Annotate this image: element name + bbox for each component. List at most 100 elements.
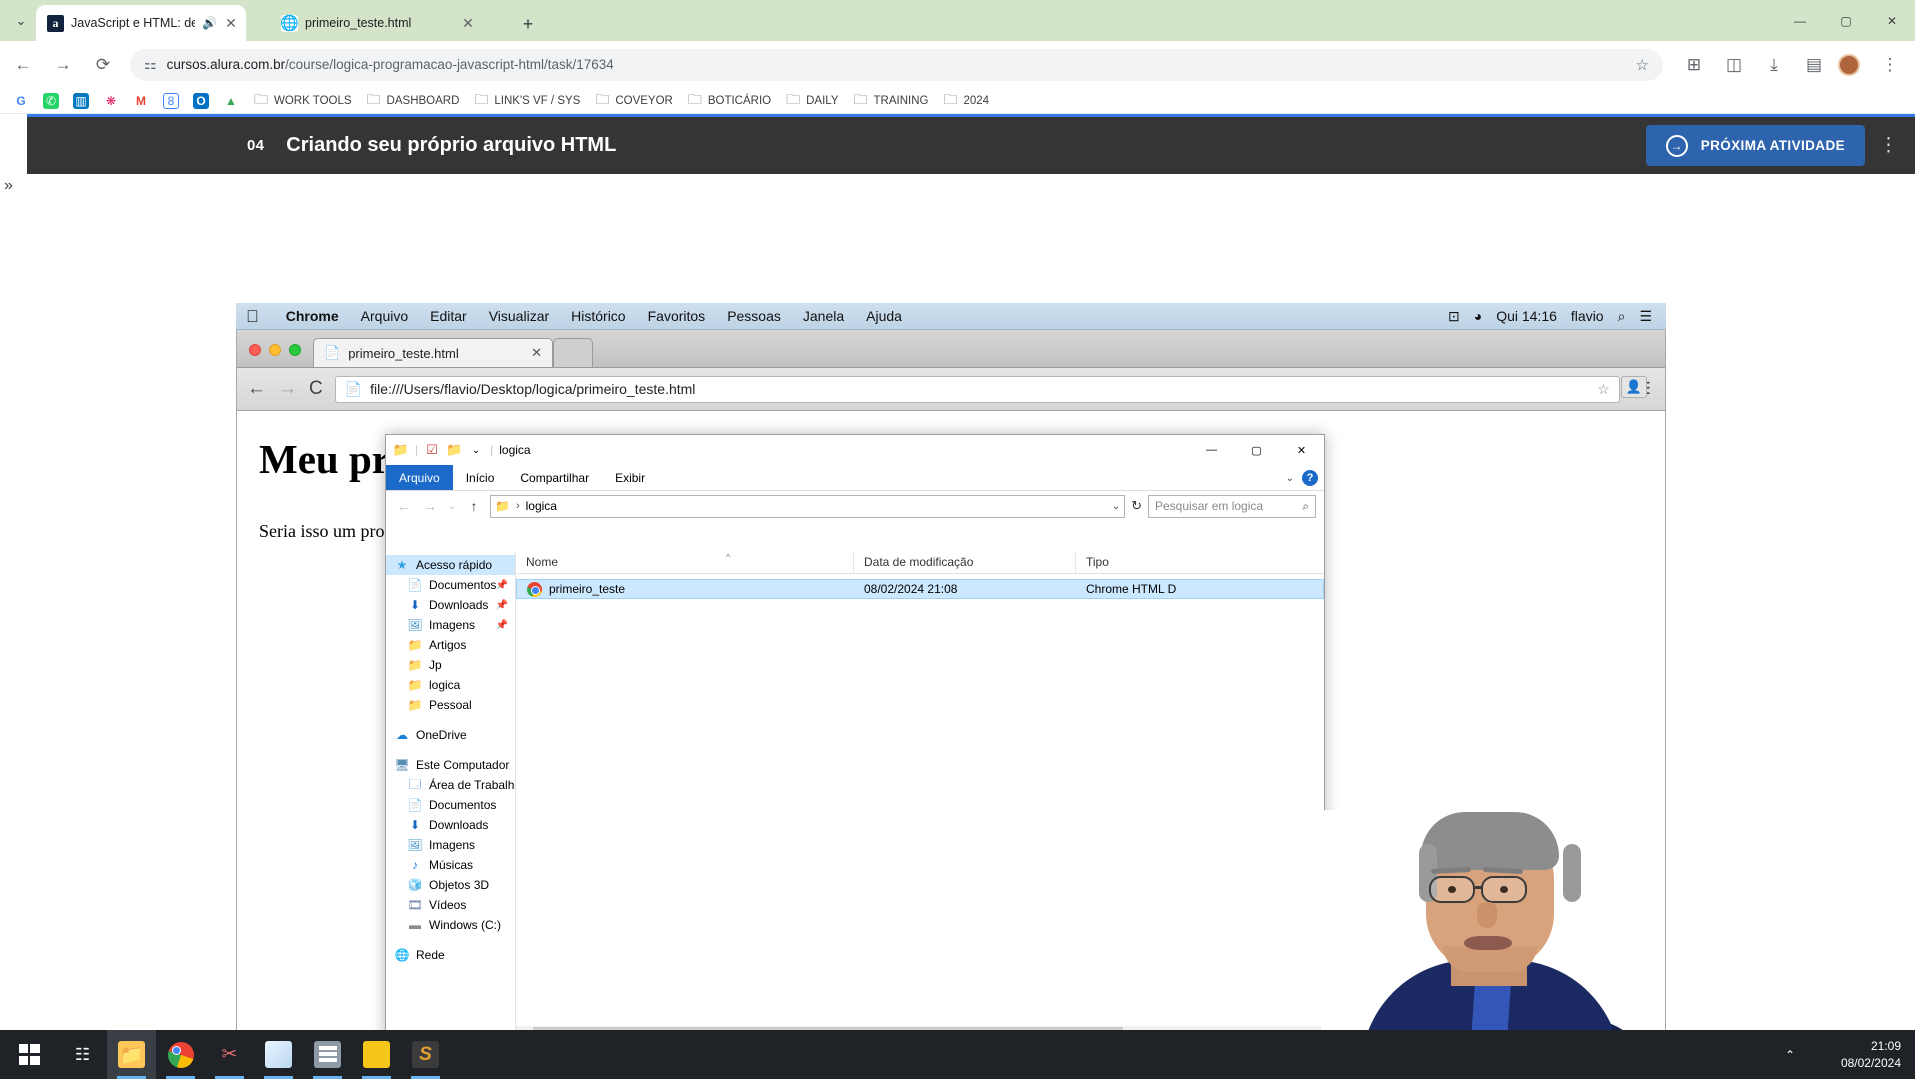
tab-audio-icon[interactable]: 🔊: [202, 16, 217, 30]
extensions-icon[interactable]: ⊞: [1677, 48, 1711, 82]
side-panel-icon[interactable]: ▤: [1797, 48, 1831, 82]
explorer-maximize-button[interactable]: ▢: [1234, 435, 1279, 465]
bookmark-google-icon[interactable]: G: [6, 90, 36, 112]
ribbon-collapse-icon[interactable]: ⌄: [1286, 473, 1294, 484]
taskbar-sublime-text-icon[interactable]: S: [401, 1030, 450, 1079]
tray-expand-icon[interactable]: ⌃: [1785, 1048, 1795, 1062]
tab-search-chevron-icon[interactable]: ⌄: [6, 6, 36, 36]
nav-item-rede[interactable]: 🌐 Rede: [386, 945, 515, 965]
mac-reload-button[interactable]: C: [309, 378, 323, 400]
nav-item-downloads[interactable]: ⬇ Downloads: [386, 815, 515, 835]
minimize-button[interactable]: —: [1777, 0, 1823, 41]
nav-item-este-computador[interactable]: 🖥 Este Computador: [386, 755, 515, 775]
maximize-button[interactable]: ▢: [1823, 0, 1869, 41]
nav-item-v-deos[interactable]: 🎞 Vídeos: [386, 895, 515, 915]
nav-item-m-sicas[interactable]: ♪ Músicas: [386, 855, 515, 875]
mac-new-tab-button[interactable]: [553, 338, 593, 367]
bookmark-google-drive-icon[interactable]: ▲: [216, 90, 246, 112]
nav-item-documentos[interactable]: 📄 Documentos: [386, 795, 515, 815]
mac-profile-icon[interactable]: 👤: [1621, 376, 1647, 398]
site-settings-icon[interactable]: ⚏: [144, 56, 157, 73]
mac-address-bar[interactable]: 📄 file:///Users/flavio/Desktop/logica/pr…: [334, 375, 1620, 403]
tab-close-icon-0[interactable]: ✕: [224, 15, 238, 32]
bookmark-daily[interactable]: 🗀 DAILY: [778, 90, 845, 112]
bookmark-gmail-icon[interactable]: M: [126, 90, 156, 112]
course-menu-icon[interactable]: ⋮: [1879, 135, 1898, 155]
next-activity-button[interactable]: → PRÓXIMA ATIVIDADE: [1645, 125, 1865, 166]
bookmark-2024[interactable]: 🗀 2024: [935, 90, 996, 112]
new-folder-icon[interactable]: 📁: [446, 442, 462, 458]
explorer-close-button[interactable]: ✕: [1279, 435, 1324, 465]
browser-tab-1[interactable]: 🌐 primeiro_teste.html ✕: [270, 5, 485, 41]
downloads-icon[interactable]: ⤓: [1757, 48, 1791, 82]
bookmark-trello-icon[interactable]: ▥: [66, 90, 96, 112]
taskbar-sticky-notes-icon[interactable]: [254, 1030, 303, 1079]
mac-menu-pessoas[interactable]: Pessoas: [716, 308, 792, 324]
bookmark-link-s-vf-sys[interactable]: 🗀 LINK'S VF / SYS: [466, 90, 587, 112]
breadcrumb-current[interactable]: logica: [526, 499, 557, 513]
nav-item-pessoal[interactable]: 📁 Pessoal: [386, 695, 515, 715]
pin-icon[interactable]: 📌: [496, 580, 508, 591]
mac-menu-arquivo[interactable]: Arquivo: [350, 308, 419, 324]
taskbar-chrome-icon[interactable]: [156, 1030, 205, 1079]
nav-item-onedrive[interactable]: ☁ OneDrive: [386, 725, 515, 745]
wifi-icon[interactable]: ◕: [1474, 308, 1482, 324]
taskbar-notes-icon[interactable]: [352, 1030, 401, 1079]
pin-icon[interactable]: 📌: [496, 620, 508, 631]
task-view-icon[interactable]: ☷: [58, 1030, 107, 1079]
control-center-icon[interactable]: ☰: [1639, 308, 1652, 325]
bookmark-work-tools[interactable]: 🗀 WORK TOOLS: [246, 90, 359, 112]
mac-user-name[interactable]: flavio: [1571, 308, 1604, 324]
ribbon-tab-arquivo[interactable]: Arquivo: [386, 465, 453, 490]
explorer-back-button[interactable]: ←: [394, 498, 414, 514]
address-bar[interactable]: ⚏ cursos.alura.com.br/course/logica-prog…: [130, 48, 1663, 81]
explorer-up-button[interactable]: ↑: [464, 498, 484, 514]
bookmark-slack-icon[interactable]: ❋: [96, 90, 126, 112]
explorer-recent-locations-icon[interactable]: ⌄: [446, 501, 458, 512]
mac-close-icon[interactable]: [249, 344, 261, 356]
explorer-search-box[interactable]: Pesquisar em logica ⌕: [1148, 494, 1316, 518]
explorer-forward-button[interactable]: →: [420, 498, 440, 514]
expand-sidebar-icon[interactable]: »: [4, 177, 13, 195]
tab-close-icon-1[interactable]: ✕: [459, 15, 477, 32]
nav-item-jp[interactable]: 📁 Jp: [386, 655, 515, 675]
mac-menu-janela[interactable]: Janela: [792, 308, 855, 324]
folder-icon[interactable]: 📁: [393, 442, 409, 458]
nav-item-logica[interactable]: 📁 logica: [386, 675, 515, 695]
column-header-tipo[interactable]: Tipo: [1075, 550, 1235, 574]
mac-browser-tab[interactable]: 📄 primeiro_teste.html ✕: [313, 338, 553, 367]
mac-back-button[interactable]: ←: [247, 378, 266, 400]
browser-tab-0[interactable]: a JavaScript e HTML: desenvo 🔊 ✕: [36, 5, 246, 41]
mac-minimize-icon[interactable]: [269, 344, 281, 356]
properties-icon[interactable]: ☑: [424, 442, 440, 458]
mac-menu-historico[interactable]: Histórico: [560, 308, 636, 324]
address-dropdown-icon[interactable]: ⌄: [1112, 501, 1120, 512]
explorer-refresh-icon[interactable]: ↻: [1131, 498, 1142, 514]
bookmark-whatsapp-icon[interactable]: ✆: [36, 90, 66, 112]
mac-menu-ajuda[interactable]: Ajuda: [855, 308, 913, 324]
explorer-minimize-button[interactable]: —: [1189, 435, 1234, 465]
column-header-nome[interactable]: Nome: [516, 551, 853, 574]
nav-item-imagens[interactable]: 🖼 Imagens 📌: [386, 615, 515, 635]
mac-menu-editar[interactable]: Editar: [419, 308, 478, 324]
nav-item-acesso-r-pido[interactable]: ★ Acesso rápido: [386, 555, 515, 575]
new-tab-button[interactable]: +: [515, 11, 541, 37]
bookmark-botic-rio[interactable]: 🗀 BOTICÁRIO: [680, 90, 778, 112]
mac-menu-favoritos[interactable]: Favoritos: [637, 308, 717, 324]
mac-menu-chrome[interactable]: Chrome: [275, 308, 350, 324]
ribbon-tab-exibir[interactable]: Exibir: [602, 465, 658, 490]
nav-item-windows-c-[interactable]: ▬ Windows (C:): [386, 915, 515, 935]
reload-button[interactable]: ⟳: [86, 48, 120, 82]
start-button[interactable]: [0, 1030, 58, 1079]
spotlight-search-icon[interactable]: ⌕: [1618, 308, 1626, 325]
bookmark-google-calendar-icon[interactable]: 8: [156, 90, 186, 112]
taskbar-calculator-icon[interactable]: [303, 1030, 352, 1079]
nav-item-artigos[interactable]: 📁 Artigos: [386, 635, 515, 655]
bookmark-dashboard[interactable]: 🗀 DASHBOARD: [359, 90, 467, 112]
ribbon-tab-compartilhar[interactable]: Compartilhar: [507, 465, 602, 490]
nav-item-downloads[interactable]: ⬇ Downloads 📌: [386, 595, 515, 615]
back-button[interactable]: ←: [6, 48, 40, 82]
bookmark-coveyor[interactable]: 🗀 COVEYOR: [587, 90, 680, 112]
forward-button[interactable]: →: [46, 48, 80, 82]
pin-icon[interactable]: 📌: [496, 600, 508, 611]
